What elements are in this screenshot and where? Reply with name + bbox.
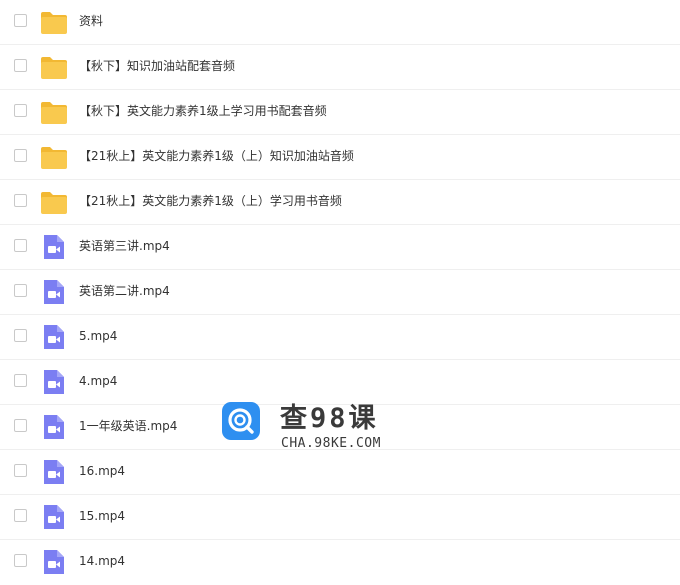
row-checkbox[interactable] [14,374,27,387]
file-row[interactable]: 【秋下】知识加油站配套音频 [0,45,680,90]
row-checkbox[interactable] [14,284,27,297]
file-row[interactable]: 5.mp4 [0,315,680,360]
file-name[interactable]: 5.mp4 [79,328,117,344]
file-row[interactable]: 16.mp4 [0,450,680,495]
folder-icon [40,189,68,215]
file-row[interactable]: 【秋下】英文能力素养1级上学习用书配套音频 [0,90,680,135]
file-row[interactable]: 【21秋上】英文能力素养1级（上）学习用书音频 [0,180,680,225]
video-file-icon [40,459,68,485]
file-name[interactable]: 15.mp4 [79,508,125,524]
row-checkbox[interactable] [14,419,27,432]
video-file-icon [40,369,68,395]
file-row[interactable]: 4.mp4 [0,360,680,405]
video-file-icon [40,279,68,305]
row-checkbox[interactable] [14,554,27,567]
file-name[interactable]: 1一年级英语.mp4 [79,418,177,434]
row-checkbox[interactable] [14,194,27,207]
file-row[interactable]: 15.mp4 [0,495,680,540]
row-checkbox[interactable] [14,104,27,117]
folder-icon [40,9,68,35]
file-row[interactable]: 英语第三讲.mp4 [0,225,680,270]
file-list: 资料 【秋下】知识加油站配套音频 【秋下】英文能力素养1级上学习用书配套音频 【21秋… [0,0,680,585]
file-name[interactable]: 英语第二讲.mp4 [79,283,170,299]
video-file-icon [40,549,68,575]
file-name[interactable]: 【秋下】知识加油站配套音频 [79,58,235,74]
video-file-icon [40,414,68,440]
folder-icon [40,99,68,125]
file-row[interactable]: 资料 [0,0,680,45]
file-row[interactable]: 英语第二讲.mp4 [0,270,680,315]
row-checkbox[interactable] [14,464,27,477]
file-name[interactable]: 16.mp4 [79,463,125,479]
file-name[interactable]: 4.mp4 [79,373,117,389]
file-name[interactable]: 【21秋上】英文能力素养1级（上）知识加油站音频 [79,148,354,164]
file-row[interactable]: 14.mp4 [0,540,680,585]
file-name[interactable]: 【21秋上】英文能力素养1级（上）学习用书音频 [79,193,342,209]
folder-icon [40,144,68,170]
row-checkbox[interactable] [14,509,27,522]
row-checkbox[interactable] [14,59,27,72]
row-checkbox[interactable] [14,239,27,252]
file-row[interactable]: 【21秋上】英文能力素养1级（上）知识加油站音频 [0,135,680,180]
row-checkbox[interactable] [14,14,27,27]
file-name[interactable]: 英语第三讲.mp4 [79,238,170,254]
file-name[interactable]: 【秋下】英文能力素养1级上学习用书配套音频 [79,103,327,119]
file-row[interactable]: 1一年级英语.mp4 [0,405,680,450]
row-checkbox[interactable] [14,329,27,342]
file-name[interactable]: 14.mp4 [79,553,125,569]
folder-icon [40,54,68,80]
video-file-icon [40,324,68,350]
file-name[interactable]: 资料 [79,13,103,29]
video-file-icon [40,234,68,260]
video-file-icon [40,504,68,530]
row-checkbox[interactable] [14,149,27,162]
